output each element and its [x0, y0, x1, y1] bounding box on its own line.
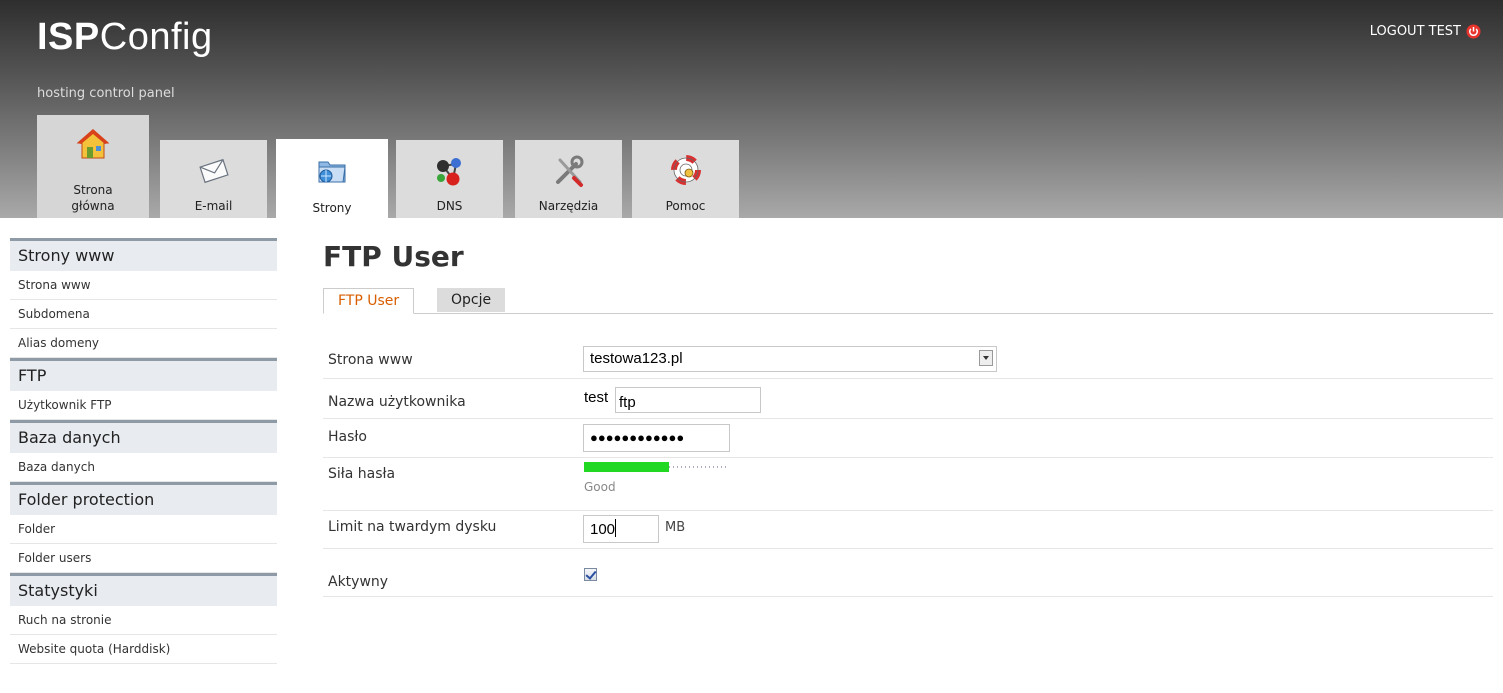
sidebar-item-folder[interactable]: Folder [10, 515, 277, 544]
sidebar-section-statistics: Statystyki [10, 573, 277, 606]
password-strength-label: Siła hasła [328, 466, 396, 482]
sidebar-item-database[interactable]: Baza danych [10, 453, 277, 482]
password-value: ●●●●●●●●●●●● [590, 430, 685, 445]
form-row-active: Aktywny [323, 566, 1493, 597]
active-label: Aktywny [328, 574, 389, 590]
tab-label: Strony [312, 201, 352, 215]
page-title: FTP User [323, 240, 464, 273]
envelope-icon [198, 158, 229, 184]
form-row-username: Nazwa użytkownika test ftp [323, 386, 1493, 419]
sidebar-item-website-quota[interactable]: Website quota (Harddisk) [10, 635, 277, 664]
password-strength-track [669, 462, 726, 472]
logout-button[interactable]: LOGOUT TEST [1370, 24, 1481, 39]
home-icon [76, 129, 110, 159]
sidebar-item-folder-users[interactable]: Folder users [10, 544, 277, 573]
tab-ftp-user[interactable]: FTP User [323, 288, 415, 314]
tools-icon [555, 155, 583, 187]
website-select-value: testowa123.pl [590, 350, 683, 367]
tab-label: Pomoc [665, 199, 706, 213]
logout-label: LOGOUT TEST [1369, 24, 1461, 39]
sidebar-section-strony-www: Strony www [10, 238, 277, 271]
sidebar-item-ftp-user[interactable]: Użytkownik FTP [10, 391, 277, 420]
website-select[interactable]: testowa123.pl [583, 346, 997, 372]
web-folder-icon [318, 161, 346, 183]
sidebar-section-folder-protection: Folder protection [10, 482, 277, 515]
power-icon [1466, 24, 1481, 39]
website-label: Strona www [328, 352, 413, 368]
lifebuoy-icon [670, 155, 701, 185]
tab-label: E-mail [194, 199, 233, 213]
tagline: hosting control panel [37, 86, 175, 101]
sidebar: Strony www Strona www Subdomena Alias do… [10, 238, 277, 664]
tab-email[interactable]: E-mail [160, 140, 267, 218]
active-checkbox[interactable] [584, 568, 597, 581]
quota-value: 100 [590, 521, 616, 538]
password-label: Hasło [328, 429, 367, 445]
tab-websites[interactable]: Strony [276, 139, 388, 220]
tab-label: Narzędzia [538, 199, 599, 213]
tab-label: główna [71, 199, 115, 213]
dns-network-icon [436, 158, 461, 186]
username-input[interactable]: ftp [615, 387, 761, 413]
sidebar-item-traffic[interactable]: Ruch na stronie [10, 606, 277, 635]
sidebar-item-subdomena[interactable]: Subdomena [10, 300, 277, 329]
app-logo: ISPConfig [37, 16, 213, 58]
tab-options[interactable]: Opcje [437, 288, 506, 312]
form-row-password-strength: Siła hasła Good [323, 462, 1493, 511]
quota-unit: MB [665, 520, 686, 535]
tab-tools[interactable]: Narzędzia [515, 140, 622, 218]
sidebar-item-alias-domeny[interactable]: Alias domeny [10, 329, 277, 358]
chevron-down-icon[interactable] [979, 350, 993, 366]
form-row-quota: Limit na twardym dysku 100 MB [323, 512, 1493, 549]
sidebar-section-ftp: FTP [10, 358, 277, 391]
header: ISPConfig hosting control panel LOGOUT T… [0, 0, 1503, 220]
username-value: ftp [619, 394, 636, 411]
sidebar-item-strona-www[interactable]: Strona www [10, 271, 277, 300]
tab-label: Strona [73, 183, 113, 197]
form-row-password: Hasło ●●●●●●●●●●●● [323, 423, 1493, 458]
form-row-website: Strona www testowa123.pl [323, 346, 1493, 379]
password-input[interactable]: ●●●●●●●●●●●● [583, 424, 730, 452]
password-strength-text: Good [584, 480, 616, 494]
tab-home[interactable]: Strona główna [37, 115, 149, 218]
tab-dns[interactable]: DNS [396, 140, 503, 218]
password-strength-bar [584, 462, 726, 472]
quota-input[interactable]: 100 [583, 515, 659, 543]
tab-help[interactable]: Pomoc [632, 140, 739, 218]
username-label: Nazwa użytkownika [328, 394, 466, 410]
text-cursor [615, 519, 617, 537]
tab-label: DNS [436, 199, 463, 213]
quota-label: Limit na twardym dysku [328, 519, 497, 535]
sidebar-section-database: Baza danych [10, 420, 277, 453]
content-tabs: FTP User Opcje [323, 288, 1493, 314]
password-strength-fill [584, 462, 669, 472]
username-prefix: test [584, 389, 609, 406]
